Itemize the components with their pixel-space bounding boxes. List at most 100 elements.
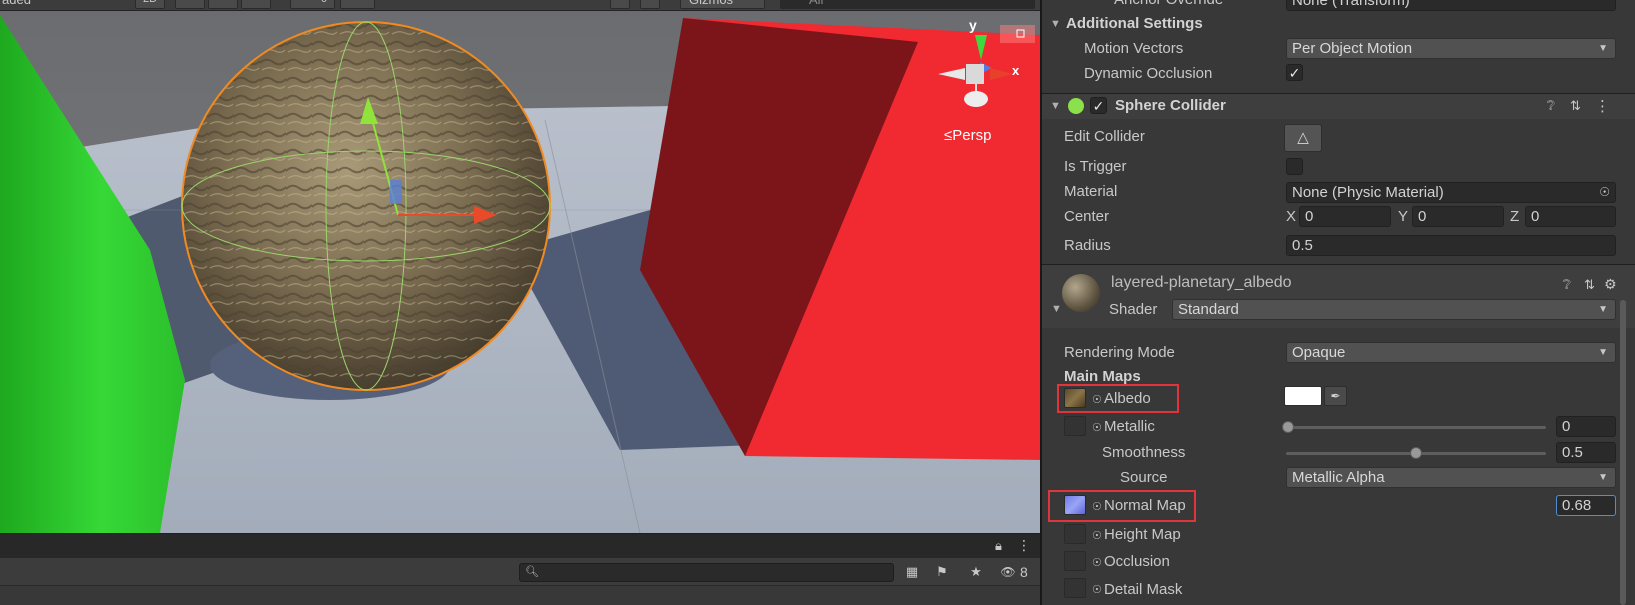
edit-collider-button[interactable]: △	[1284, 124, 1322, 152]
smoothness-label: Smoothness	[1102, 444, 1186, 461]
normal-map-picker-icon[interactable]: ☉	[1092, 500, 1102, 513]
metallic-label: Metallic	[1104, 418, 1155, 435]
eyedropper-icon[interactable]: ✒	[1324, 386, 1347, 406]
radius-label: Radius	[1064, 237, 1111, 254]
chevron-down-icon: ▼	[1598, 43, 1608, 54]
material-preview-sphere	[1062, 274, 1100, 312]
additional-settings-header[interactable]: Additional Settings	[1066, 15, 1203, 32]
help-icon[interactable]: ❔︎	[1547, 98, 1555, 114]
source-dropdown[interactable]: Metallic Alpha ▼	[1286, 467, 1616, 488]
is-trigger-checkbox[interactable]	[1286, 158, 1303, 175]
motion-vectors-dropdown[interactable]: Per Object Motion ▼	[1286, 38, 1616, 59]
sphere-collider-title: Sphere Collider	[1115, 97, 1226, 114]
filter-by-type-icon[interactable]: ▦	[900, 562, 924, 582]
search-icon: 🔍︎	[525, 566, 539, 578]
smoothness-value-field[interactable]: 0.5	[1556, 442, 1616, 463]
height-map-texture-slot[interactable]	[1064, 524, 1086, 544]
motion-vectors-label: Motion Vectors	[1084, 40, 1184, 57]
metallic-slider-track[interactable]	[1286, 426, 1546, 429]
audio-toggle-icon[interactable]	[208, 0, 238, 9]
height-map-label: Height Map	[1104, 526, 1181, 543]
sphere-object[interactable]	[181, 21, 551, 391]
projection-toggle[interactable]: ≤Persp	[944, 127, 991, 144]
albedo-label: Albedo	[1104, 390, 1151, 407]
material-header: layered-planetary_albedo ❔︎ ⇅ ⚙ ▼ Shader…	[1042, 264, 1635, 328]
smoothness-slider-handle[interactable]	[1410, 447, 1422, 459]
hidden-packages-eye-icon[interactable]: 👁︎	[996, 562, 1020, 582]
source-value: Metallic Alpha	[1292, 469, 1385, 486]
metallic-value-field[interactable]: 0	[1556, 416, 1616, 437]
lighting-toggle-icon[interactable]	[175, 0, 205, 9]
occlusion-picker-icon[interactable]: ☉	[1092, 556, 1102, 569]
dynamic-occlusion-checkbox[interactable]: ✓	[1286, 64, 1303, 81]
material-foldout-icon[interactable]: ▼	[1051, 303, 1062, 315]
shader-label: Shader	[1109, 301, 1158, 318]
detail-mask-picker-icon[interactable]: ☉	[1092, 583, 1102, 596]
filter-by-label-icon[interactable]: ⚑	[930, 562, 954, 582]
favorites-star-icon[interactable]: ★	[964, 562, 988, 582]
albedo-texture-slot[interactable]	[1064, 388, 1086, 408]
anchor-override-field[interactable]: None (Transform)	[1286, 0, 1616, 11]
collider-material-field[interactable]: None (Physic Material) ☉	[1286, 182, 1616, 203]
occlusion-texture-slot[interactable]	[1064, 551, 1086, 571]
sphere-collider-header[interactable]: ▼ ✓ Sphere Collider ❔︎ ⇅ ⋮	[1042, 93, 1635, 119]
metallic-slider-handle[interactable]	[1282, 421, 1294, 433]
scene-viewport[interactable]	[0, 0, 1040, 533]
object-picker-icon[interactable]: ☉	[1599, 183, 1610, 202]
chevron-down-icon: ▼	[1598, 304, 1608, 315]
chevron-down-icon: ▼	[1598, 347, 1608, 358]
material-name: layered-planetary_albedo	[1111, 274, 1292, 291]
hidden-packages-count: 8	[1020, 564, 1028, 580]
sphere-collider-component-icon	[1068, 98, 1084, 114]
z-axis-handle[interactable]	[390, 180, 402, 204]
gizmos-dropdown[interactable]: Gizmos	[680, 0, 765, 9]
detail-mask-texture-slot[interactable]	[1064, 578, 1086, 598]
center-y-label: Y	[1398, 208, 1409, 225]
edit-bounds-icon: △	[1297, 129, 1309, 146]
sphere-collider-enabled-checkbox[interactable]: ✓	[1090, 97, 1107, 114]
normal-map-texture-slot[interactable]	[1064, 495, 1086, 515]
material-preset-icon[interactable]: ⇅	[1584, 277, 1595, 293]
lock-icon[interactable]: 🔒︎	[995, 538, 1002, 554]
additional-settings-foldout-icon[interactable]: ▼	[1050, 18, 1061, 30]
hidden-objects-toggle[interactable]: 0	[290, 0, 335, 9]
preset-icon[interactable]: ⇅	[1570, 98, 1581, 114]
albedo-color-swatch[interactable]	[1284, 386, 1322, 406]
rendering-mode-dropdown[interactable]: Opaque ▼	[1286, 342, 1616, 363]
tools-icon[interactable]	[610, 0, 630, 9]
component-menu-icon[interactable]: ⋮	[1595, 97, 1610, 115]
source-label: Source	[1120, 469, 1168, 486]
material-help-icon[interactable]: ❔︎	[1563, 277, 1571, 293]
rendering-mode-value: Opaque	[1292, 344, 1346, 361]
effects-toggle-icon[interactable]	[241, 0, 271, 9]
center-x-field[interactable]: 0	[1299, 206, 1391, 227]
anchor-override-label: Anchor Override	[1114, 0, 1223, 8]
bottom-panel-header: 🔒︎ ⋮	[0, 534, 1040, 558]
inspector-scrollbar[interactable]	[1620, 300, 1626, 605]
grid-toggle-icon[interactable]	[340, 0, 375, 9]
2d-toggle[interactable]: 2D	[135, 0, 165, 9]
dynamic-occlusion-label: Dynamic Occlusion	[1084, 65, 1213, 82]
albedo-picker-icon[interactable]: ☉	[1092, 393, 1102, 406]
project-search-input[interactable]: 🔍︎	[519, 563, 894, 582]
panel-menu-icon[interactable]: ⋮	[1017, 537, 1031, 554]
metallic-texture-slot[interactable]	[1064, 416, 1086, 436]
height-map-picker-icon[interactable]: ☉	[1092, 529, 1102, 542]
center-z-field[interactable]: 0	[1525, 206, 1616, 227]
metallic-picker-icon[interactable]: ☉	[1092, 421, 1102, 434]
radius-field[interactable]: 0.5	[1286, 235, 1616, 256]
scene-search-input[interactable]: All	[780, 0, 1035, 9]
center-z-label: Z	[1510, 208, 1520, 225]
normal-map-scale-field[interactable]: 0.68	[1556, 495, 1616, 516]
center-y-field[interactable]: 0	[1412, 206, 1504, 227]
center-x-label: X	[1286, 208, 1297, 225]
shader-dropdown[interactable]: Standard ▼	[1172, 299, 1616, 320]
gizmo-y-label: y	[969, 17, 977, 33]
camera-icon[interactable]	[640, 0, 660, 9]
sphere-collider-foldout-icon[interactable]: ▼	[1050, 100, 1061, 112]
is-trigger-label: Is Trigger	[1064, 158, 1127, 175]
collider-material-label: Material	[1064, 183, 1118, 200]
material-settings-gear-icon[interactable]: ⚙	[1604, 276, 1617, 293]
scene-view[interactable]: y x ≤Persp aded 2D 0 Gizmos All	[0, 0, 1040, 533]
draw-mode-dropdown[interactable]: aded	[2, 0, 31, 10]
